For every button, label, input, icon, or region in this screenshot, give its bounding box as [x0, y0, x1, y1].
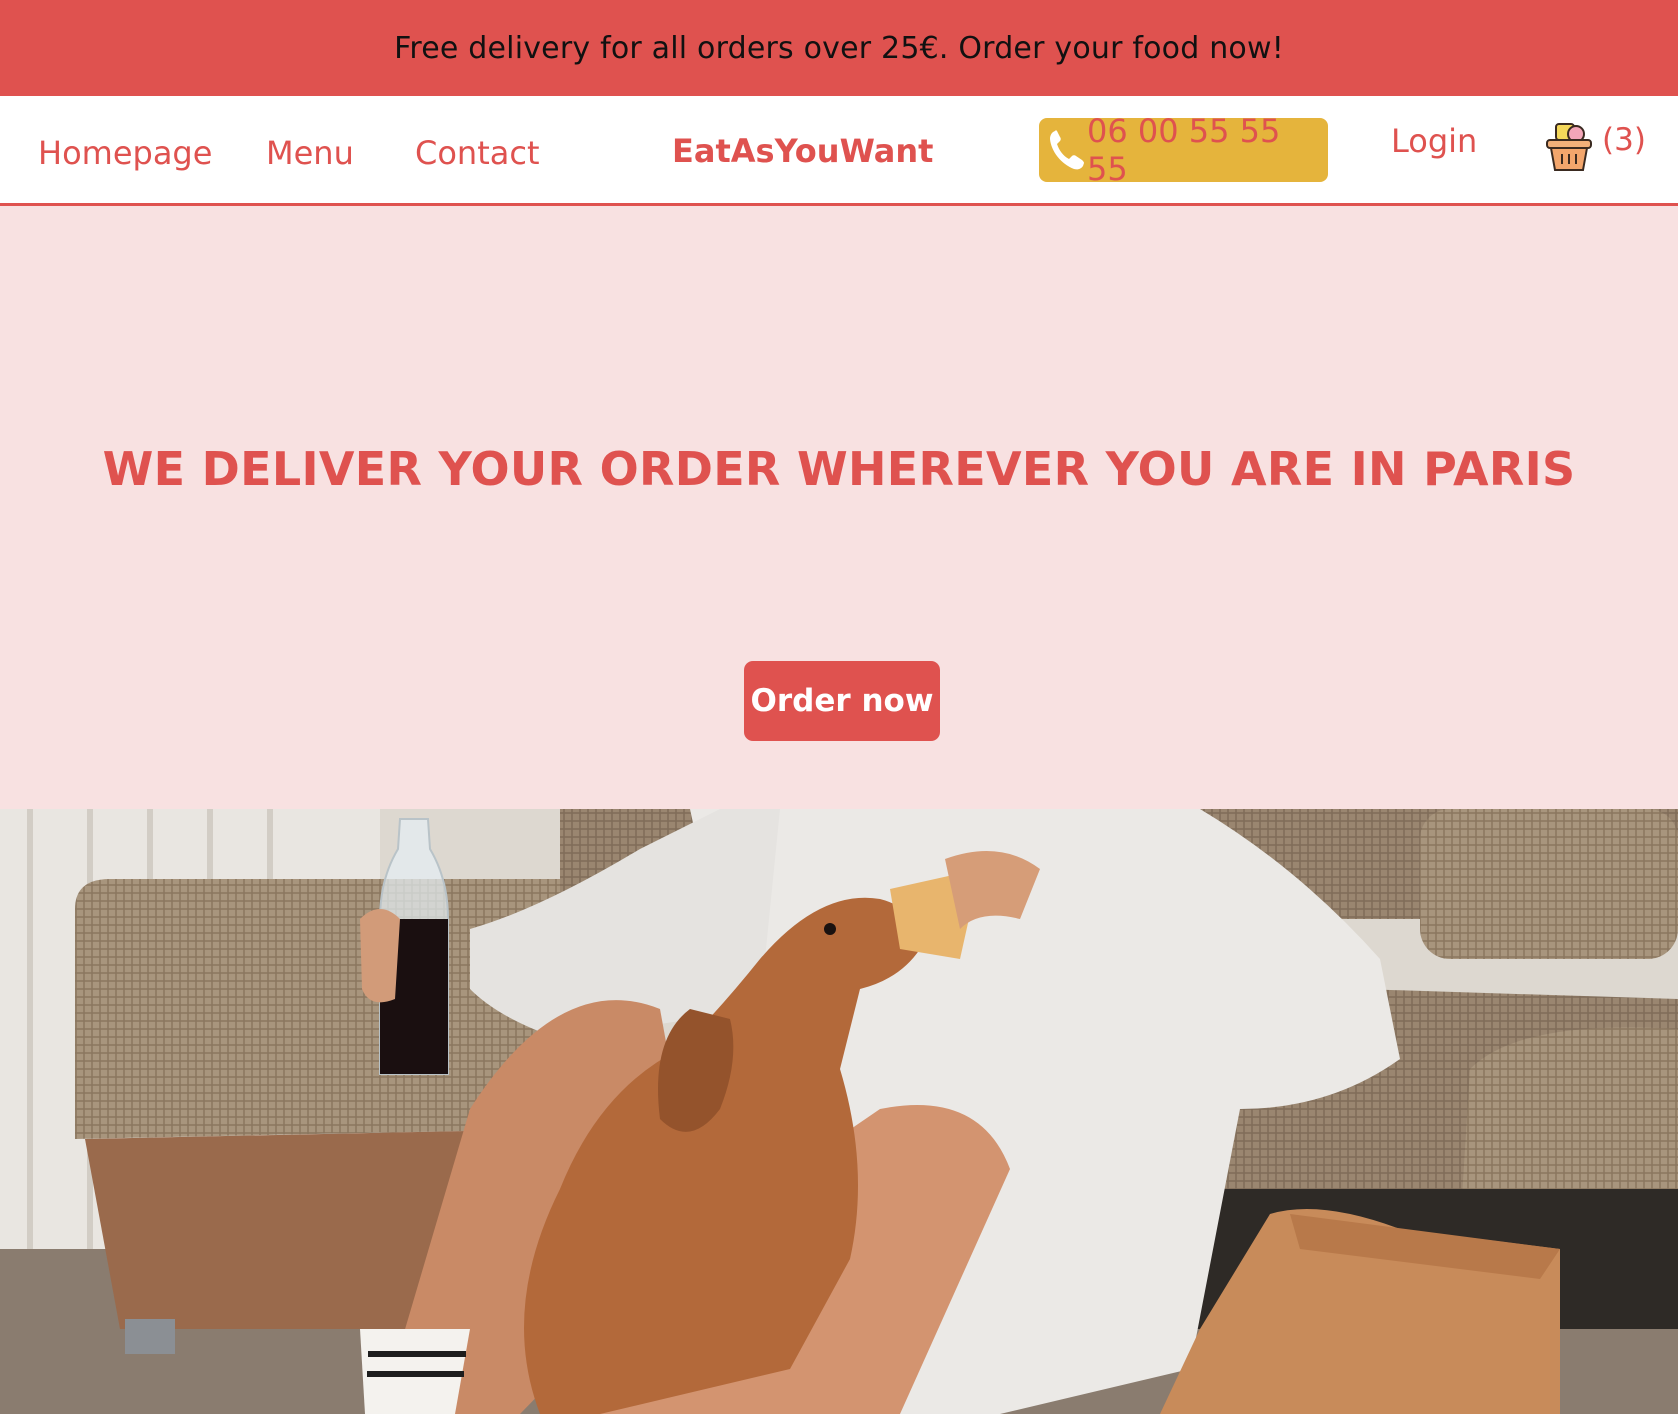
basket-icon — [1544, 122, 1594, 174]
cart-button[interactable]: (3) — [1544, 122, 1646, 174]
promo-banner: Free delivery for all orders over 25€. O… — [0, 0, 1678, 96]
hero-section: WE DELIVER YOUR ORDER WHEREVER YOU ARE I… — [0, 206, 1678, 809]
order-now-button[interactable]: Order now — [744, 661, 940, 741]
nav-link-contact[interactable]: Contact — [415, 134, 540, 172]
nav-link-menu[interactable]: Menu — [266, 134, 354, 172]
brand-logo-text[interactable]: EatAsYouWant — [672, 132, 933, 170]
nav-link-homepage[interactable]: Homepage — [38, 134, 212, 172]
phone-button[interactable]: 06 00 55 55 55 — [1039, 112, 1328, 188]
phone-icon — [1047, 127, 1087, 173]
main-navbar: Homepage Menu Contact EatAsYouWant 06 00… — [0, 96, 1678, 206]
hero-title: WE DELIVER YOUR ORDER WHEREVER YOU ARE I… — [102, 442, 1576, 496]
hero-photo — [0, 809, 1678, 1414]
phone-number: 06 00 55 55 55 — [1087, 112, 1281, 188]
promo-text: Free delivery for all orders over 25€. O… — [394, 30, 1284, 66]
cart-count: (3) — [1602, 122, 1646, 158]
login-link[interactable]: Login — [1391, 122, 1477, 160]
